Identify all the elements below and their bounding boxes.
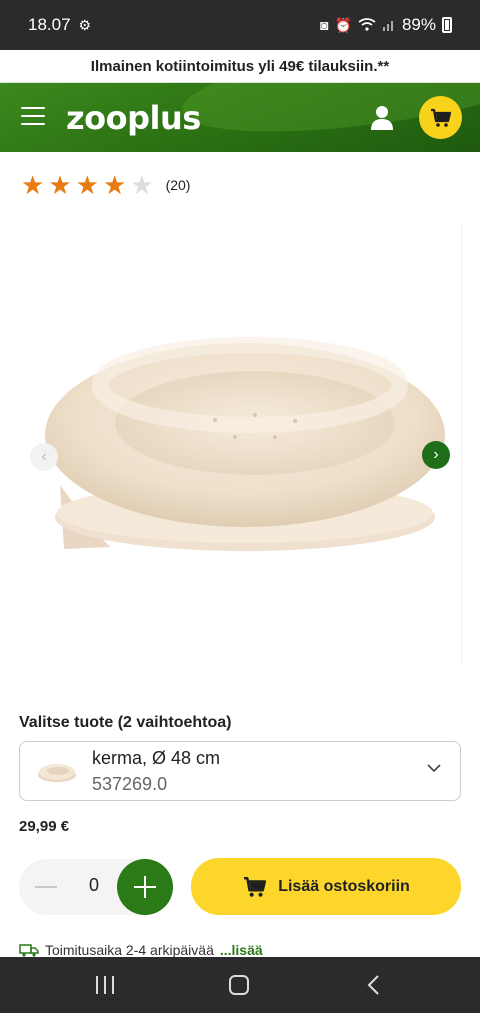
wifi-icon — [358, 18, 376, 31]
increase-quantity-button[interactable] — [117, 859, 173, 915]
decrease-quantity-button[interactable] — [35, 886, 57, 888]
gallery-prev-button[interactable]: ‹ — [30, 443, 58, 471]
recent-apps-button[interactable] — [96, 976, 114, 994]
quantity-stepper: 0 — [19, 859, 173, 915]
site-header: zooplus — [0, 83, 480, 152]
product-gallery[interactable]: ‹ › — [0, 225, 480, 665]
chevron-right-icon: › — [433, 446, 439, 463]
promo-text: Ilmainen kotiintoimitus yli 49€ tilauksi… — [90, 57, 390, 75]
cart-button[interactable] — [419, 96, 462, 139]
status-icons: ◙ ⏰ 89% — [320, 15, 452, 35]
user-icon[interactable] — [370, 105, 394, 131]
review-count[interactable]: (20) — [166, 177, 191, 193]
star-full-icon: ★ — [48, 170, 72, 200]
back-button[interactable] — [366, 974, 380, 996]
system-navigation-bar — [0, 957, 480, 1013]
star-empty-icon: ★ — [130, 170, 154, 200]
alarm-icon: ⏰ — [334, 16, 352, 33]
quantity-value[interactable]: 0 — [89, 875, 99, 896]
zooplus-logo[interactable]: zooplus — [66, 99, 201, 137]
battery-percent: 89% — [401, 15, 436, 34]
status-bar: 18.07 ⚙ ◙ ⏰ 89% — [0, 0, 480, 50]
truck-icon — [19, 944, 39, 957]
delivery-text: Toimitusaika 2-4 arkipäivää — [45, 942, 214, 958]
add-to-cart-button[interactable]: Lisää ostoskoriin — [191, 858, 461, 915]
product-rating[interactable]: ★ ★ ★ ★ ★ (20) — [21, 172, 190, 198]
star-full-icon: ★ — [102, 170, 127, 200]
variant-select-label: Valitse tuote (2 vaihtoehtoa) — [19, 714, 232, 731]
variant-sku: 537269.0 — [92, 774, 168, 794]
delivery-more-link[interactable]: ...lisää — [220, 942, 263, 958]
chevron-down-icon — [427, 764, 441, 773]
status-time: 18.07 — [28, 15, 71, 34]
chevron-left-icon: ‹ — [41, 448, 47, 465]
cart-icon — [244, 876, 267, 897]
status-time-group: 18.07 ⚙ — [28, 15, 91, 35]
variant-dropdown[interactable]: kerma, Ø 48 cm 537269.0 — [19, 741, 461, 801]
data-saver-icon: ◙ — [320, 17, 329, 33]
battery-icon — [442, 17, 452, 33]
add-to-cart-label: Lisää ostoskoriin — [278, 877, 410, 895]
product-price: 29,99 € — [19, 818, 70, 835]
cart-icon — [430, 108, 451, 127]
product-image — [45, 337, 445, 551]
gallery-next-button[interactable]: › — [422, 441, 450, 469]
star-full-icon: ★ — [75, 170, 99, 200]
settings-gear-icon: ⚙ — [78, 16, 92, 33]
star-full-icon: ★ — [21, 170, 45, 200]
variant-name: kerma, Ø 48 cm — [92, 748, 221, 768]
home-button[interactable] — [229, 975, 249, 995]
variant-thumbnail — [38, 764, 76, 782]
signal-icon — [382, 21, 393, 31]
menu-icon[interactable] — [21, 107, 45, 127]
promo-banner[interactable]: Ilmainen kotiintoimitus yli 49€ tilauksi… — [0, 50, 480, 83]
delivery-info: Toimitusaika 2-4 arkipäivää ...lisää — [19, 942, 263, 958]
